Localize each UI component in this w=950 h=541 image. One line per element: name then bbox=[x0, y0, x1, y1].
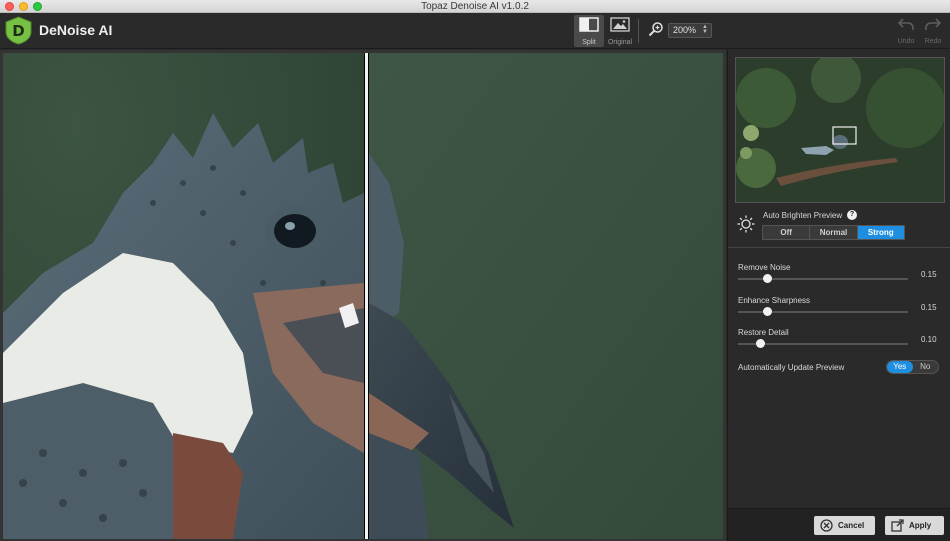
image-canvas[interactable] bbox=[0, 50, 726, 541]
zoom-level-value: 200% bbox=[673, 25, 697, 35]
apply-button[interactable]: Apply bbox=[885, 516, 944, 535]
redo-icon bbox=[925, 18, 942, 30]
restore-detail-label: Restore Detail bbox=[738, 328, 789, 337]
navigator-preview-image bbox=[736, 58, 944, 202]
redo-button[interactable]: Redo bbox=[921, 17, 945, 45]
undo-icon bbox=[897, 18, 914, 30]
kingfisher-original-image bbox=[369, 53, 723, 539]
enhance-sharpness-label: Enhance Sharpness bbox=[738, 296, 811, 305]
original-view-button[interactable]: Original bbox=[605, 15, 635, 47]
apply-button-label: Apply bbox=[909, 521, 932, 530]
split-view-icon bbox=[579, 17, 599, 32]
main-toolbar: D DeNoise AI Split Original 200% ▲ ▼ Undo bbox=[0, 13, 950, 49]
auto-update-label: Automatically Update Preview bbox=[738, 363, 845, 372]
original-view-label: Original bbox=[607, 39, 633, 46]
enhance-sharpness-value: 0.15 bbox=[921, 303, 937, 312]
kingfisher-processed-image bbox=[3, 53, 364, 539]
remove-noise-slider-knob[interactable] bbox=[762, 274, 772, 283]
window-title: Topaz Denoise AI v1.0.2 bbox=[421, 1, 529, 12]
remove-noise-label: Remove Noise bbox=[738, 263, 791, 272]
enhance-sharpness-slider-knob[interactable] bbox=[762, 307, 772, 316]
stepper-arrows-icon[interactable]: ▲ ▼ bbox=[702, 24, 708, 35]
brighten-normal-option[interactable]: Normal bbox=[810, 226, 858, 239]
remove-noise-value: 0.15 bbox=[921, 270, 937, 279]
auto-update-toggle[interactable]: Yes No bbox=[886, 360, 939, 374]
restore-detail-value: 0.10 bbox=[921, 335, 937, 344]
brightness-sun-icon bbox=[737, 215, 755, 233]
window-titlebar: Topaz Denoise AI v1.0.2 bbox=[0, 0, 950, 13]
undo-button[interactable]: Undo bbox=[894, 17, 918, 45]
panel-divider bbox=[728, 247, 950, 248]
auto-update-no-option[interactable]: No bbox=[913, 361, 939, 373]
app-name: DeNoise AI bbox=[39, 22, 113, 38]
redo-label: Redo bbox=[924, 38, 942, 45]
auto-update-yes-option[interactable]: Yes bbox=[887, 361, 913, 373]
navigator-thumbnail[interactable] bbox=[735, 57, 945, 203]
auto-brighten-label: Auto Brighten Preview bbox=[763, 211, 843, 220]
brighten-off-option[interactable]: Off bbox=[763, 226, 811, 239]
panel-footer: Cancel Apply bbox=[728, 508, 950, 541]
zoom-magnifier-icon[interactable] bbox=[648, 21, 664, 37]
restore-detail-slider-knob[interactable] bbox=[755, 339, 765, 348]
settings-panel: Auto Brighten Preview ? Off Normal Stron… bbox=[727, 50, 950, 541]
help-icon[interactable]: ? bbox=[847, 210, 857, 220]
cancel-x-icon bbox=[820, 519, 833, 532]
cancel-button-label: Cancel bbox=[838, 521, 865, 530]
split-view-button[interactable]: Split bbox=[574, 15, 604, 47]
zoom-level-select[interactable]: 200% ▲ ▼ bbox=[668, 23, 712, 38]
original-preview-image[interactable] bbox=[369, 53, 723, 539]
processed-preview-image[interactable] bbox=[3, 53, 364, 539]
undo-label: Undo bbox=[897, 38, 915, 45]
restore-detail-slider[interactable] bbox=[738, 339, 908, 348]
split-view-label: Split bbox=[582, 39, 596, 46]
image-icon bbox=[610, 17, 630, 32]
logo-letter: D bbox=[12, 22, 24, 40]
enhance-sharpness-slider[interactable] bbox=[738, 307, 908, 316]
cancel-button[interactable]: Cancel bbox=[814, 516, 875, 535]
auto-brighten-segmented-control: Off Normal Strong bbox=[762, 225, 905, 240]
brighten-strong-option[interactable]: Strong bbox=[857, 226, 904, 239]
remove-noise-slider[interactable] bbox=[738, 274, 908, 283]
apply-export-icon bbox=[891, 519, 904, 532]
toolbar-separator bbox=[638, 19, 639, 43]
denoise-logo-icon: D bbox=[5, 16, 32, 45]
